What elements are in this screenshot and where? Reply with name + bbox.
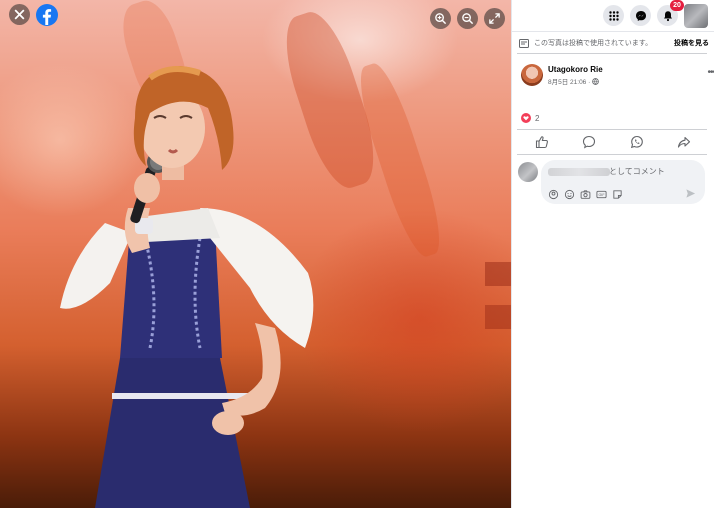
facebook-f-icon <box>42 9 52 25</box>
comment-placeholder: としてコメント <box>609 167 665 176</box>
facebook-logo[interactable] <box>36 4 58 26</box>
love-reaction-icon <box>521 113 531 123</box>
thumbs-up-icon <box>535 136 548 149</box>
post-time-text: 8月5日 21:06 · <box>548 79 591 86</box>
avatar-sticker-icon <box>548 189 559 200</box>
whatsapp-icon <box>630 135 643 149</box>
stage-light <box>485 262 511 286</box>
commenter-avatar <box>518 162 538 182</box>
actions-top-divider <box>517 129 707 130</box>
avatar-sticker-button[interactable] <box>548 187 560 200</box>
whatsapp-button[interactable] <box>630 135 644 149</box>
post-header: Utagokoro Rie 8月5日 21:06 · ••• <box>521 62 714 88</box>
like-button[interactable] <box>535 135 549 149</box>
share-icon <box>677 136 691 148</box>
comment-input[interactable]: としてコメント GIF <box>541 160 705 204</box>
camera-icon <box>580 190 591 199</box>
post-timestamp[interactable]: 8月5日 21:06 · <box>548 76 599 86</box>
zoom-out-icon <box>462 13 474 25</box>
globe-icon <box>592 78 599 85</box>
grid-menu-icon <box>608 10 619 21</box>
emoji-icon <box>564 189 575 200</box>
messenger-button[interactable] <box>630 5 651 26</box>
post-notice-icon <box>519 38 529 48</box>
emoji-button[interactable] <box>564 187 576 200</box>
messenger-icon <box>635 10 646 21</box>
menu-button[interactable] <box>603 5 624 26</box>
author-avatar[interactable] <box>521 64 543 86</box>
share-button[interactable] <box>677 135 691 149</box>
zoom-in-icon <box>435 13 447 25</box>
comment-button[interactable] <box>582 135 596 149</box>
reaction-summary[interactable]: 2 <box>521 112 539 124</box>
commenter-name-redacted <box>548 168 610 176</box>
svg-text:GIF: GIF <box>598 193 605 197</box>
camera-button[interactable] <box>580 187 592 199</box>
bell-icon <box>663 10 672 21</box>
zoom-out-button[interactable] <box>457 8 478 29</box>
author-name[interactable]: Utagokoro Rie <box>548 65 603 74</box>
notification-badge: 20 <box>670 0 684 11</box>
comment-icon <box>582 135 596 149</box>
comment-composer: としてコメント GIF <box>518 160 710 206</box>
stage-light <box>485 305 511 329</box>
topbar-divider <box>511 31 714 32</box>
account-avatar[interactable] <box>684 4 708 28</box>
gif-icon: GIF <box>596 190 607 199</box>
notice-text: この写真は投稿で使用されています。 <box>534 40 653 47</box>
photo-notice: この写真は投稿で使用されています。 投稿を見る <box>519 35 709 51</box>
actions-bottom-divider <box>517 154 707 155</box>
reaction-count: 2 <box>535 113 540 123</box>
gif-button[interactable]: GIF <box>596 187 608 199</box>
sticker-icon <box>613 190 622 199</box>
send-icon <box>686 189 696 198</box>
sticker-button[interactable] <box>612 187 624 199</box>
zoom-in-button[interactable] <box>430 8 451 29</box>
close-button[interactable] <box>9 4 30 25</box>
close-icon <box>14 9 25 20</box>
expand-icon <box>489 13 500 24</box>
notice-divider <box>517 53 707 54</box>
photo-viewer <box>0 0 511 508</box>
view-post-link[interactable]: 投稿を見る <box>674 38 709 48</box>
comment-tools: GIF <box>548 187 624 200</box>
fullscreen-button[interactable] <box>484 8 505 29</box>
more-options-icon[interactable]: ••• <box>707 67 714 78</box>
send-button[interactable] <box>685 186 697 198</box>
post-actions <box>517 132 707 152</box>
singer-photo <box>60 66 314 508</box>
